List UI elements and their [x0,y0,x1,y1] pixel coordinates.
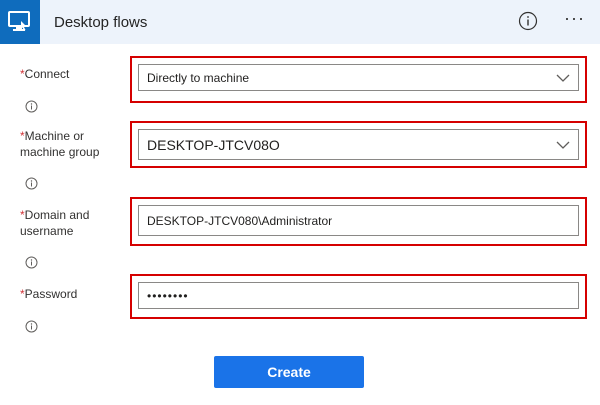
connect-label: *Connect [20,66,120,82]
domain-info-icon[interactable] [25,256,38,269]
password-info-icon[interactable] [25,320,38,333]
password-label-text: Password [24,287,78,301]
machine-label: *Machine or machine group [20,128,120,160]
password-label: *Password [20,286,120,302]
connect-label-text: Connect [24,67,70,81]
chevron-down-icon [556,141,570,149]
machine-label-text: Machine or machine group [20,129,100,159]
header-bar: Desktop flows ··· [0,0,600,44]
domain-username-input[interactable]: DESKTOP-JTCV080\Administrator [138,205,579,236]
create-button[interactable]: Create [214,356,364,388]
domain-username-value: DESKTOP-JTCV080\Administrator [147,213,333,228]
machine-info-icon[interactable] [25,177,38,190]
password-input[interactable]: •••••••• [138,282,579,309]
machine-dropdown[interactable]: DESKTOP-JTCV08O [138,129,579,160]
more-options-button[interactable]: ··· [564,8,592,32]
machine-value: DESKTOP-JTCV08O [147,136,280,153]
page-title: Desktop flows [54,14,148,31]
chevron-down-icon [556,74,570,82]
connect-value: Directly to machine [147,70,250,85]
domain-label-text: Domain and username [20,208,90,238]
domain-label: *Domain and username [20,207,120,239]
desktop-flow-app-icon [0,0,40,44]
info-icon[interactable] [518,11,538,31]
password-value: •••••••• [147,288,189,303]
connect-dropdown[interactable]: Directly to machine [138,64,579,91]
connect-info-icon[interactable] [25,100,38,113]
